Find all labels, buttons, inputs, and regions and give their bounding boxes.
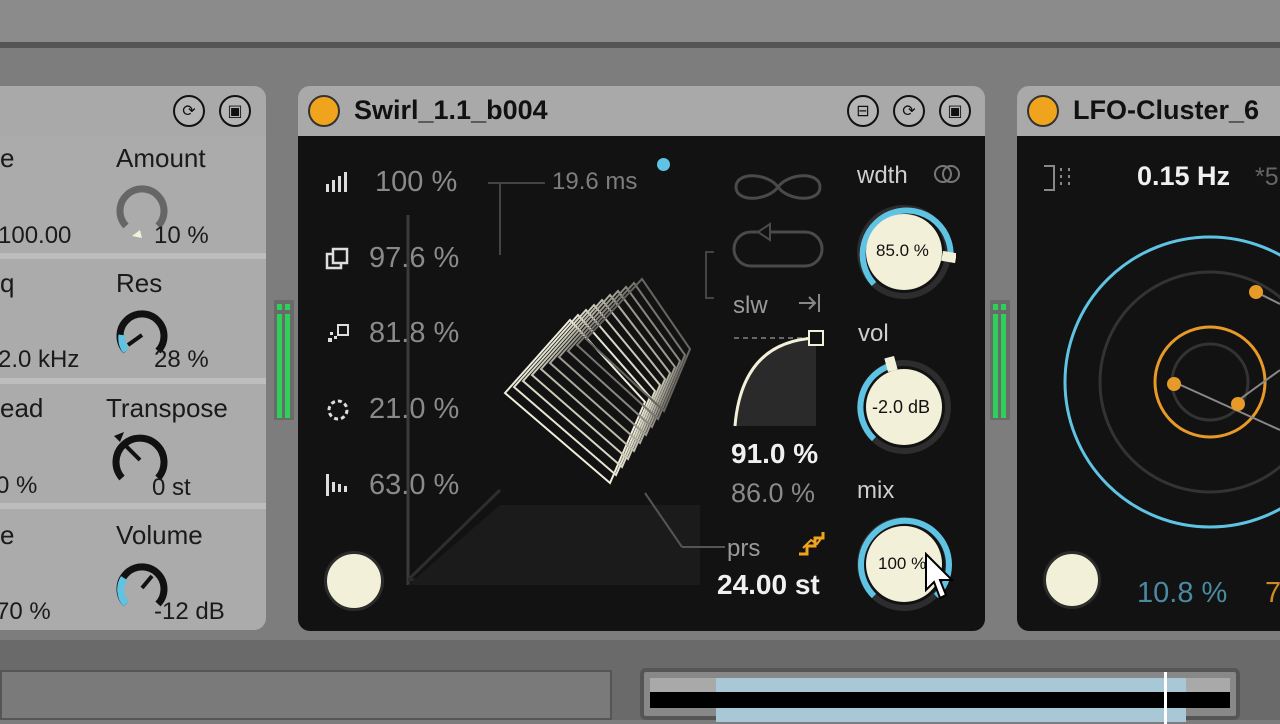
mix-label: mix bbox=[857, 477, 895, 504]
playhead bbox=[1164, 672, 1167, 724]
left-device-header: ⟳ ▣ bbox=[0, 86, 266, 136]
amount-value: 10 % bbox=[154, 222, 209, 249]
swirl-trigger-button[interactable] bbox=[324, 551, 384, 611]
lfo-title: LFO-Cluster_6 bbox=[1073, 95, 1260, 125]
level-meter-left bbox=[274, 300, 294, 420]
loop-icon[interactable]: ⊟ bbox=[847, 95, 879, 127]
lfo-bracket-icon[interactable] bbox=[1040, 164, 1076, 194]
lfo-trigger-button[interactable] bbox=[1043, 551, 1101, 609]
volume-value: -12 dB bbox=[154, 598, 225, 625]
res-value: 28 % bbox=[154, 346, 209, 373]
lfo-value-2[interactable]: 7 bbox=[1265, 577, 1280, 610]
device-power-button[interactable] bbox=[308, 95, 340, 127]
save-icon[interactable]: ▣ bbox=[939, 95, 971, 127]
lfo-orbit-display bbox=[1063, 235, 1280, 529]
step-forward-icon[interactable] bbox=[795, 290, 825, 316]
blue-dot-indicator bbox=[657, 158, 670, 171]
volume-label: Volume bbox=[116, 520, 203, 550]
refresh-icon[interactable]: ⟳ bbox=[893, 95, 925, 127]
transpose-value: 0 st bbox=[152, 474, 191, 501]
label-fragment-e2: e bbox=[0, 520, 15, 550]
top-divider bbox=[0, 42, 1280, 48]
semitone-value[interactable]: 24.00 st bbox=[717, 569, 820, 601]
mouse-cursor-icon bbox=[925, 552, 955, 600]
curve-value-grey[interactable]: 86.0 % bbox=[731, 478, 815, 509]
copy-icon[interactable] bbox=[324, 246, 352, 272]
swirl-visualizer bbox=[406, 182, 725, 585]
slw-label: slw bbox=[733, 292, 768, 319]
lfo-rate[interactable]: 0.15 Hz bbox=[1137, 161, 1230, 192]
stereo-icon[interactable] bbox=[933, 160, 961, 188]
label-fragment-q: q bbox=[0, 268, 15, 298]
bracket-line bbox=[705, 251, 714, 299]
top-bar bbox=[0, 0, 1280, 42]
scatter-icon[interactable] bbox=[324, 322, 352, 348]
transpose-label: Transpose bbox=[106, 393, 228, 423]
vol-value: -2.0 dB bbox=[872, 397, 931, 417]
spin-icon[interactable] bbox=[324, 396, 352, 424]
wdth-value: 85.0 % bbox=[876, 241, 929, 260]
wdth-label: wdth bbox=[857, 162, 908, 189]
value-70: 70 % bbox=[0, 598, 51, 625]
bars-icon[interactable] bbox=[324, 170, 352, 194]
lfo-value-1[interactable]: 10.8 % bbox=[1137, 577, 1227, 610]
label-fragment-ead: ead bbox=[0, 393, 44, 423]
lfo-rate-extra: *5 bbox=[1255, 163, 1279, 191]
infinity-icon[interactable] bbox=[728, 165, 828, 209]
level-meter-right bbox=[990, 300, 1010, 420]
save-icon[interactable]: ▣ bbox=[219, 95, 251, 127]
mix-value: 100 % bbox=[878, 554, 927, 573]
value-100: 100.00 bbox=[0, 222, 72, 249]
lfo-power-button[interactable] bbox=[1027, 95, 1059, 127]
curve-value-bold[interactable]: 91.0 % bbox=[731, 438, 818, 470]
prs-label: prs bbox=[727, 535, 761, 562]
freq-value: 2.0 kHz bbox=[0, 346, 80, 373]
refresh-icon[interactable]: ⟳ bbox=[173, 95, 205, 127]
clip-track[interactable] bbox=[640, 668, 1240, 724]
level-icon[interactable] bbox=[324, 472, 352, 498]
step-icon[interactable] bbox=[797, 530, 827, 558]
device-title: Swirl_1.1_b004 bbox=[354, 95, 548, 125]
lfo-header: LFO-Cluster_6 bbox=[1017, 86, 1280, 136]
bottom-panel bbox=[0, 640, 1280, 724]
res-label: Res bbox=[116, 268, 163, 298]
undo-loop-icon[interactable] bbox=[728, 222, 828, 272]
spread-value: 0 % bbox=[0, 472, 38, 499]
amount-label: Amount bbox=[116, 143, 206, 173]
vol-label: vol bbox=[858, 320, 889, 347]
curve-display[interactable] bbox=[730, 326, 830, 436]
swirl-header: Swirl_1.1_b004 ⊟ ⟳ ▣ bbox=[298, 86, 985, 136]
label-fragment-e: e bbox=[0, 143, 15, 173]
